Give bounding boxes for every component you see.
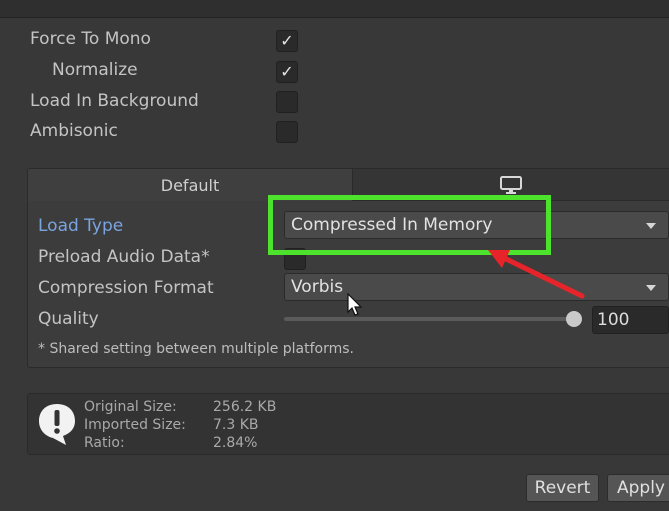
imported-size-label: Imported Size: bbox=[84, 417, 186, 433]
exclamation-speech-icon bbox=[39, 404, 75, 445]
chevron-down-icon bbox=[646, 223, 656, 229]
tab-default-label: Default bbox=[160, 175, 220, 195]
imported-size-value: 7.3 KB bbox=[213, 417, 259, 433]
apply-button[interactable]: Apply bbox=[607, 474, 669, 502]
preload-audio-data-label: Preload Audio Data* bbox=[38, 247, 210, 267]
ambisonic-checkbox[interactable] bbox=[276, 121, 298, 143]
compression-format-dropdown[interactable]: Vorbis bbox=[284, 273, 669, 301]
load-type-label: Load Type bbox=[38, 216, 124, 236]
original-size-label: Original Size: bbox=[84, 399, 177, 415]
revert-button[interactable]: Revert bbox=[526, 474, 599, 502]
annotation-arrow-icon bbox=[488, 250, 585, 299]
audio-import-settings: Force To Mono ✓ Normalize ✓ Load In Back… bbox=[0, 0, 669, 511]
inspector-header-strip bbox=[0, 0, 669, 18]
monitor-icon bbox=[500, 175, 522, 194]
ambisonic-label: Ambisonic bbox=[30, 121, 118, 141]
force-to-mono-label: Force To Mono bbox=[30, 29, 151, 49]
compression-format-label: Compression Format bbox=[38, 278, 214, 298]
force-to-mono-checkbox[interactable]: ✓ bbox=[276, 30, 298, 52]
normalize-label: Normalize bbox=[52, 60, 138, 80]
quality-value: 100 bbox=[597, 310, 630, 330]
shared-setting-note: * Shared setting between multiple platfo… bbox=[38, 341, 355, 357]
load-in-background-checkbox[interactable] bbox=[276, 91, 298, 113]
load-in-background-label: Load In Background bbox=[30, 91, 199, 111]
quality-slider-track[interactable] bbox=[284, 317, 576, 321]
compression-format-value: Vorbis bbox=[291, 277, 344, 297]
ratio-label: Ratio: bbox=[84, 435, 125, 451]
chevron-down-icon bbox=[646, 285, 656, 291]
quality-input[interactable]: 100 bbox=[592, 306, 669, 334]
original-size-value: 256.2 KB bbox=[213, 399, 277, 415]
quality-label: Quality bbox=[38, 309, 99, 329]
normalize-checkbox[interactable]: ✓ bbox=[276, 61, 298, 83]
quality-slider-handle[interactable] bbox=[566, 311, 582, 327]
ratio-value: 2.84% bbox=[213, 435, 258, 451]
mouse-cursor-icon bbox=[347, 293, 363, 316]
